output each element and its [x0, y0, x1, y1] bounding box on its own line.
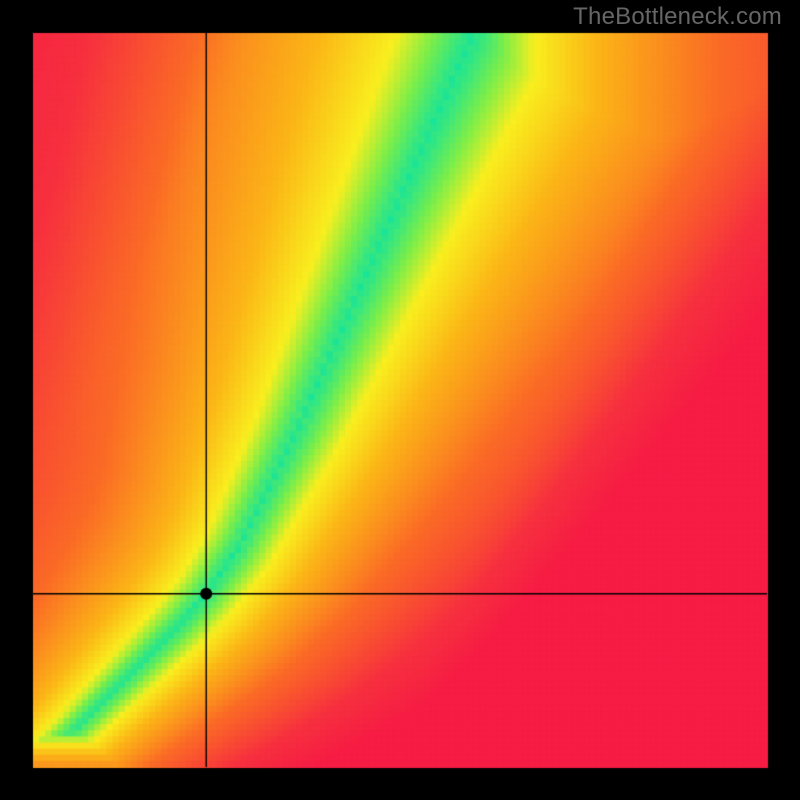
watermark-text: TheBottleneck.com [573, 3, 782, 31]
bottleneck-heatmap [0, 0, 800, 800]
